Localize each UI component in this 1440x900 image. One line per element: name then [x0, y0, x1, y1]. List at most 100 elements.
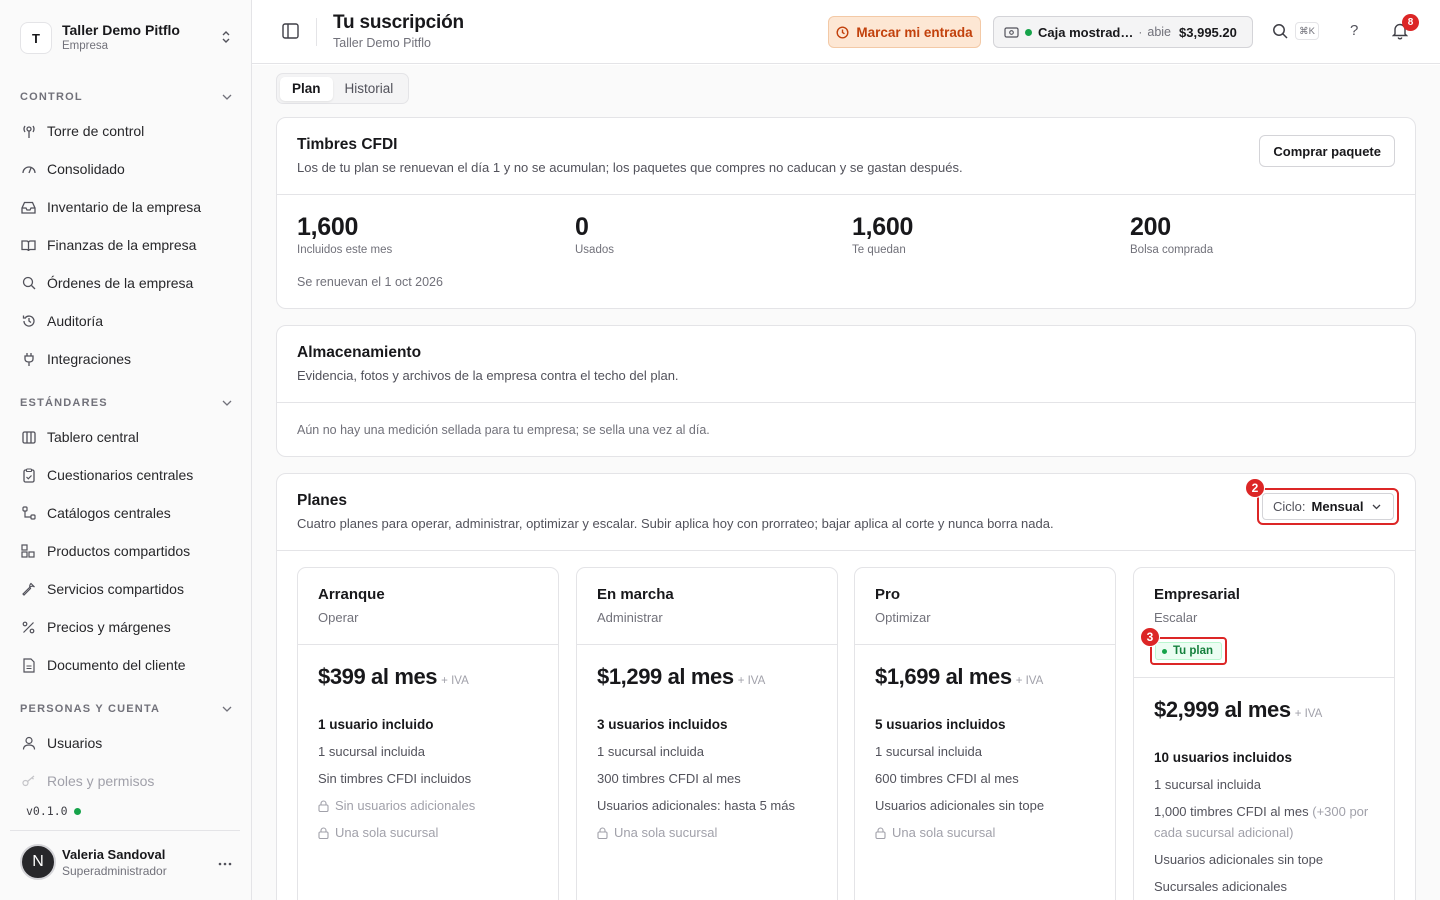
lock-icon — [875, 826, 886, 839]
sidebar-item-tablero[interactable]: Tablero central — [10, 421, 242, 453]
antenna-icon — [20, 124, 37, 139]
main-content: Plan Historial Timbres CFDI Los de tu pl… — [252, 65, 1440, 900]
sidebar-item-documento[interactable]: Documento del cliente — [10, 649, 242, 681]
card-description: Evidencia, fotos y archivos de la empres… — [297, 368, 679, 383]
sidebar-item-label: Auditoría — [47, 313, 104, 329]
sidebar-item-roles[interactable]: Roles y permisos — [10, 765, 242, 797]
clock-in-button[interactable]: Marcar mi entrada — [828, 16, 981, 48]
plan-feature: Usuarios adicionales sin tope — [875, 798, 1045, 813]
sidebar-item-catalogos[interactable]: Catálogos centrales — [10, 497, 242, 529]
cash-register-selector[interactable]: Caja mostrad… · abie $3,995.20 — [993, 16, 1253, 48]
plan-price: $2,999 al mes + IVA — [1154, 697, 1322, 723]
sidebar-item-servicios[interactable]: Servicios compartidos — [10, 573, 242, 605]
chevron-up-down-icon — [218, 30, 234, 47]
tab-historial[interactable]: Historial — [333, 77, 406, 101]
columns-icon — [20, 430, 37, 444]
sidebar-item-inventario[interactable]: Inventario de la empresa — [10, 191, 242, 223]
plan-name: Empresarial — [1154, 586, 1240, 603]
feature-text: Una sola sucursal — [335, 825, 439, 840]
status-dot — [73, 807, 81, 815]
cycle-value: Mensual — [1311, 499, 1364, 514]
org-switcher[interactable]: T Taller Demo Pitflo Empresa — [20, 20, 240, 56]
sidebar-toggle-icon[interactable] — [282, 23, 299, 42]
plan-feature: 10 usuarios incluidos — [1154, 750, 1293, 765]
lock-icon — [318, 799, 329, 812]
user-menu[interactable]: N Valeria Sandoval Superadministrador — [20, 843, 242, 881]
sidebar-item-label: Cuestionarios centrales — [47, 467, 194, 483]
price-tax: + IVA — [441, 675, 469, 687]
sidebar-item-productos[interactable]: Productos compartidos — [10, 535, 242, 567]
section-title: CONTROL — [20, 91, 83, 103]
buy-package-button[interactable]: Comprar paquete — [1259, 135, 1395, 167]
sidebar-item-precios[interactable]: Precios y márgenes — [10, 611, 242, 643]
plan-feature: Usuarios adicionales sin tope — [1154, 852, 1324, 867]
stat-value: 1,600 — [852, 213, 914, 241]
price-amount: $1,699 al mes — [875, 664, 1012, 689]
history-icon — [20, 314, 37, 328]
sidebar-item-auditoria[interactable]: Auditoría — [10, 305, 242, 337]
key-icon — [20, 775, 37, 787]
billing-cycle-select[interactable]: Ciclo: Mensual — [1262, 493, 1394, 520]
more-horizontal-icon[interactable] — [218, 853, 232, 871]
notification-badge: 8 — [1402, 14, 1419, 31]
annotation-marker: 3 — [1140, 627, 1160, 647]
price-amount: $399 al mes — [318, 664, 438, 689]
sidebar-item-label: Torre de control — [47, 123, 145, 139]
sidebar-item-label: Precios y márgenes — [47, 619, 171, 635]
avatar: N — [20, 844, 56, 880]
sidebar-item-label: Órdenes de la empresa — [47, 275, 194, 291]
stat-label: Bolsa comprada — [1130, 244, 1214, 256]
plan-feature-locked: Sin usuarios adicionales — [318, 795, 543, 816]
stat-value: 200 — [1130, 213, 1171, 241]
plan-card-empresarial: Empresarial Escalar Tu plan 3 $2,999 al … — [1133, 567, 1395, 900]
page-title: Tu suscripción — [333, 12, 464, 33]
sidebar-item-usuarios[interactable]: Usuarios — [10, 727, 242, 759]
section-control[interactable]: CONTROL — [20, 91, 232, 103]
plans-card: Planes Cuatro planes para operar, admini… — [276, 473, 1416, 900]
card-divider — [277, 194, 1415, 195]
user-icon — [20, 736, 37, 750]
feature-text: Una sola sucursal — [614, 825, 718, 840]
inbox-icon — [20, 201, 37, 214]
chevron-down-icon — [1372, 502, 1381, 512]
topbar: Tu suscripción Taller Demo Pitflo Marcar… — [252, 0, 1440, 64]
app-version: v0.1.0 — [26, 804, 81, 818]
status-dot — [1162, 648, 1167, 654]
plan-feature: Sin timbres CFDI incluidos — [318, 771, 472, 786]
card-title: Timbres CFDI — [297, 136, 398, 153]
banknote-icon — [1004, 26, 1019, 38]
sidebar-item-finanzas[interactable]: Finanzas de la empresa — [10, 229, 242, 261]
plan-divider — [855, 644, 1115, 645]
version-text: v0.1.0 — [26, 804, 68, 818]
section-estandares[interactable]: ESTÁNDARES — [20, 397, 232, 409]
card-title: Planes — [297, 492, 347, 509]
sidebar-item-consolidado[interactable]: Consolidado — [10, 153, 242, 185]
plug-icon — [20, 352, 37, 367]
help-button[interactable]: ? — [1350, 22, 1358, 39]
card-description: Los de tu plan se renuevan el día 1 y no… — [297, 160, 963, 175]
section-personas[interactable]: PERSONAS Y CUENTA — [20, 703, 232, 715]
sidebar: T Taller Demo Pitflo Empresa CONTROL Tor… — [0, 0, 252, 900]
boxes-icon — [20, 544, 37, 558]
storage-empty-message: Aún no hay una medición sellada para tu … — [297, 423, 710, 437]
card-title: Almacenamiento — [297, 344, 422, 361]
sidebar-divider — [10, 830, 240, 831]
search-icon[interactable] — [1272, 23, 1288, 42]
sidebar-item-ordenes[interactable]: Órdenes de la empresa — [10, 267, 242, 299]
percent-icon — [20, 621, 37, 634]
sidebar-item-torre[interactable]: Torre de control — [10, 115, 242, 147]
current-plan-highlight: Tu plan — [1150, 637, 1227, 665]
sidebar-item-label: Documento del cliente — [47, 657, 186, 673]
sidebar-item-label: Productos compartidos — [47, 543, 191, 559]
sidebar-item-integraciones[interactable]: Integraciones — [10, 343, 242, 375]
stat-value: 0 — [575, 213, 589, 241]
stamps-card: Timbres CFDI Los de tu plan se renuevan … — [276, 117, 1416, 309]
sidebar-item-cuestionarios[interactable]: Cuestionarios centrales — [10, 459, 242, 491]
sidebar-item-label: Integraciones — [47, 351, 132, 367]
current-plan-label: Tu plan — [1173, 645, 1214, 657]
tab-plan[interactable]: Plan — [280, 76, 333, 101]
lock-icon — [597, 826, 608, 839]
price-tax: + IVA — [1294, 708, 1323, 720]
chevron-down-icon — [222, 92, 232, 103]
storage-card: Almacenamiento Evidencia, fotos y archiv… — [276, 325, 1416, 457]
